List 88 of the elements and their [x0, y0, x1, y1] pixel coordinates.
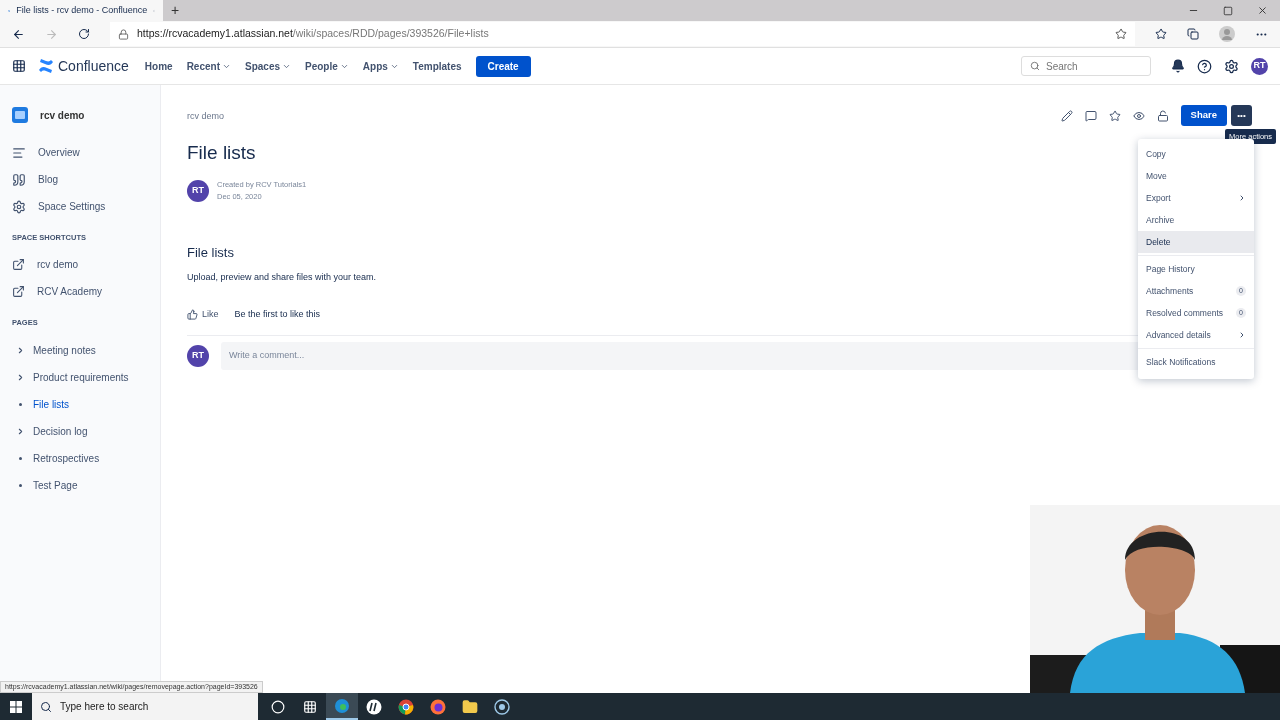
menu-item[interactable]: Archive	[1138, 209, 1254, 231]
folder-icon	[462, 698, 478, 715]
notifications-icon[interactable]	[1171, 59, 1185, 73]
edge-icon	[334, 697, 350, 714]
comment-icon[interactable]	[1084, 109, 1097, 122]
cortana-icon	[271, 699, 285, 714]
page-tree-item[interactable]: Retrospectives	[12, 444, 148, 472]
user-avatar[interactable]: RT	[1251, 57, 1268, 75]
sidebar-link[interactable]: Space Settings	[12, 193, 148, 220]
body-text: Upload, preview and share files with your team.	[187, 270, 377, 284]
chrome-icon	[398, 698, 414, 715]
menu-item[interactable]: Slack Notifications	[1138, 351, 1254, 373]
menu-item[interactable]: Page History	[1138, 258, 1254, 280]
bullet-icon	[19, 483, 22, 487]
bullet-icon	[19, 456, 22, 460]
nav-menu-item[interactable]: Templates	[412, 58, 462, 74]
product-name[interactable]: Confluence	[58, 55, 129, 77]
lock-icon	[118, 28, 129, 40]
help-icon[interactable]	[1197, 58, 1212, 74]
quote-icon	[12, 172, 26, 187]
nav-menu-item[interactable]: People	[305, 58, 349, 74]
chevron-icon[interactable]	[16, 372, 25, 382]
watch-icon[interactable]	[1132, 109, 1145, 122]
like-button[interactable]: Like	[187, 308, 219, 322]
chevron-icon	[1238, 194, 1246, 202]
url-text: https://rcvacademy1.atlassian.net/wiki/spaces/RDD/pages/393526/File+lists	[137, 26, 489, 42]
user-avatar[interactable]: RT	[187, 344, 209, 367]
chevron-icon	[1238, 331, 1246, 339]
nav-menu-item[interactable]: Spaces	[245, 58, 291, 74]
space-name[interactable]: rcv demo	[40, 107, 85, 123]
nav-menu-item[interactable]: Recent	[186, 58, 231, 74]
more-actions-button[interactable]: •••	[1231, 105, 1252, 126]
taskbar-search-field[interactable]: Type here to search	[32, 693, 258, 720]
settings-icon[interactable]	[1224, 58, 1239, 74]
maximize-icon[interactable]	[1223, 5, 1233, 16]
breadcrumb-link[interactable]: rcv demo	[187, 110, 224, 124]
reload-icon[interactable]	[78, 28, 90, 40]
create-button[interactable]: Create	[475, 55, 531, 77]
address-bar[interactable]: https://rcvacademy1.atlassian.net/wiki/spaces/RDD/pages/393526/File+lists	[110, 22, 1135, 46]
page-title: File lists	[187, 140, 256, 165]
like-note: Be the first to like this	[234, 308, 321, 321]
edit-icon[interactable]	[1060, 109, 1073, 122]
shortcut-link[interactable]: rcv demo	[12, 251, 148, 279]
sidebar-link[interactable]: Blog	[12, 166, 148, 193]
nav-menu-item[interactable]: Apps	[362, 58, 399, 74]
lines-icon	[12, 145, 26, 160]
sidebar-link[interactable]: Overview	[12, 139, 148, 166]
tab-title: File lists - rcv demo - Confluence	[16, 3, 148, 17]
search-icon	[1030, 61, 1040, 71]
menu-item[interactable]: Copy	[1138, 143, 1254, 165]
search-icon	[40, 700, 52, 713]
page-tree-item[interactable]: Product requirements	[12, 363, 148, 391]
collections-icon[interactable]	[1187, 28, 1199, 40]
unlock-icon[interactable]	[1156, 109, 1169, 122]
external-link-icon	[12, 285, 25, 299]
new-tab-button[interactable]: +	[163, 0, 187, 21]
space-icon	[12, 107, 28, 123]
hp-logo-icon	[366, 698, 382, 715]
back-icon[interactable]	[12, 27, 25, 41]
author-avatar[interactable]: RT	[187, 180, 209, 202]
star-icon[interactable]	[1115, 28, 1127, 40]
page-tree-item[interactable]: Test Page	[12, 471, 148, 499]
search-field[interactable]: Search	[1021, 56, 1151, 76]
settings-icon	[12, 199, 26, 214]
chevron-icon[interactable]	[16, 345, 25, 355]
thumbs-up-icon	[187, 309, 198, 321]
record-icon	[494, 698, 510, 715]
page-tree-item[interactable]: Meeting notes	[12, 336, 148, 364]
profile-icon[interactable]	[1219, 26, 1235, 42]
menu-item[interactable]: Delete	[1138, 231, 1254, 253]
bullet-icon	[19, 402, 22, 406]
section-heading: File lists	[187, 244, 234, 262]
star-icon[interactable]	[1108, 109, 1121, 122]
page-tree-item[interactable]: Decision log	[12, 417, 148, 445]
firefox-icon	[430, 698, 446, 715]
favorites-icon[interactable]	[1155, 28, 1167, 40]
menu-item[interactable]: Export	[1138, 187, 1254, 209]
external-link-icon	[12, 258, 25, 272]
page-tree-item[interactable]: File lists	[12, 390, 148, 418]
share-button[interactable]: Share	[1180, 105, 1227, 126]
menu-item[interactable]: Move	[1138, 165, 1254, 187]
shortcut-link[interactable]: RCV Academy	[12, 278, 148, 306]
windows-logo-icon	[10, 700, 22, 713]
browser-tab[interactable]: File lists - rcv demo - Confluence	[0, 0, 163, 21]
nav-menu-item[interactable]: Home	[144, 58, 173, 74]
chevron-icon[interactable]	[16, 426, 25, 436]
app-switcher-icon[interactable]	[12, 59, 26, 73]
task-view-icon	[303, 699, 317, 714]
